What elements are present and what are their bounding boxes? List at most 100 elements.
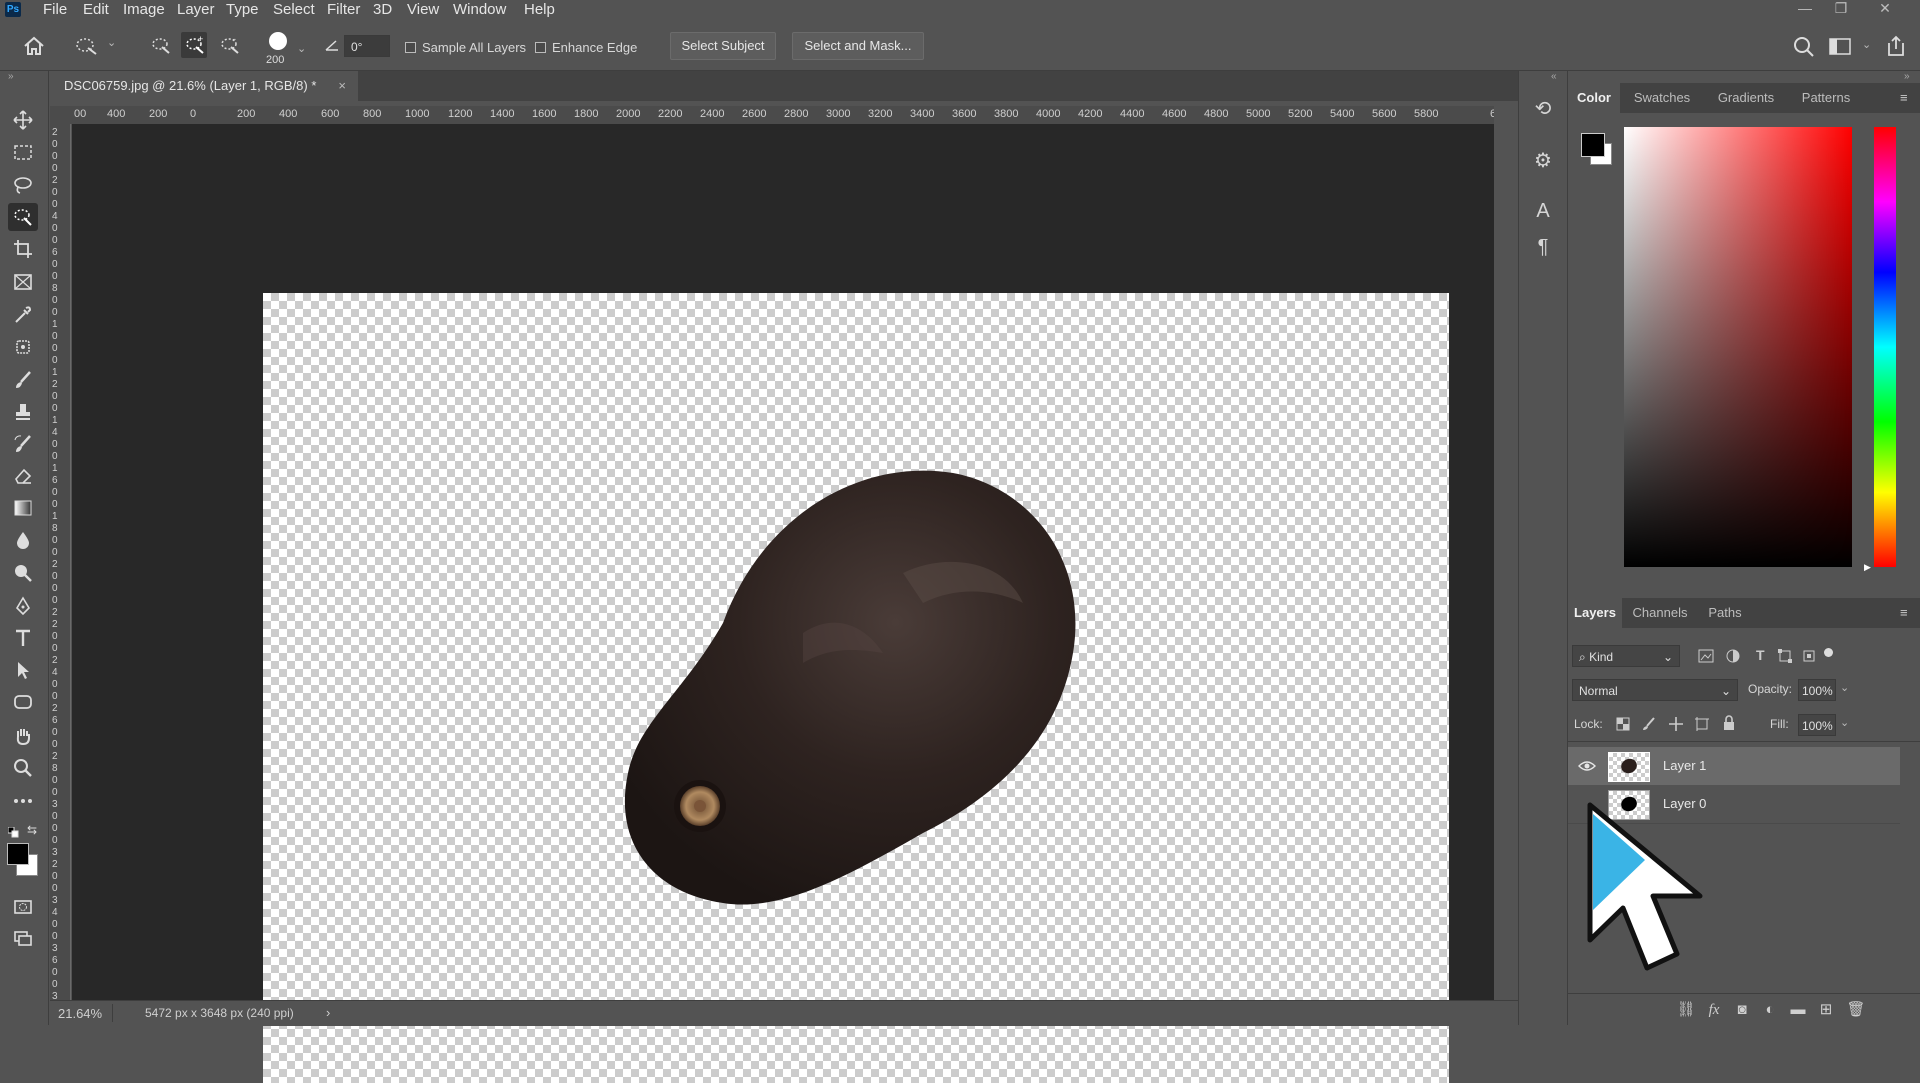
- brush-tool[interactable]: [8, 366, 38, 394]
- horizontal-ruler[interactable]: 00 400 200 0 200 400 600 800 1000 1200 1400 1600 180…: [72, 106, 1494, 125]
- lock-all-icon[interactable]: [1722, 715, 1736, 731]
- tab-swatches[interactable]: Swatches: [1620, 83, 1704, 113]
- filter-shape-icon[interactable]: [1778, 649, 1792, 663]
- menu-select[interactable]: Select: [273, 0, 315, 20]
- type-tool[interactable]: [8, 624, 38, 652]
- swap-colors-icon[interactable]: ⇆: [27, 823, 37, 837]
- select-and-mask-button[interactable]: Select and Mask...: [792, 32, 924, 60]
- tab-gradients[interactable]: Gradients: [1704, 83, 1788, 113]
- dodge-tool[interactable]: [8, 559, 38, 587]
- enhance-edge-checkbox[interactable]: [535, 42, 546, 53]
- brush-size-icon[interactable]: [269, 32, 287, 50]
- lock-position-icon[interactable]: [1668, 716, 1684, 732]
- tab-color[interactable]: Color: [1568, 83, 1620, 113]
- layers-panel-menu-icon[interactable]: ≡: [1900, 605, 1908, 620]
- workspace-dropdown-icon[interactable]: ⌄: [1862, 38, 1871, 51]
- history-brush-tool[interactable]: [8, 430, 38, 458]
- tab-patterns[interactable]: Patterns: [1788, 83, 1864, 113]
- move-tool[interactable]: [8, 106, 38, 134]
- lasso-tool[interactable]: [8, 171, 38, 199]
- adjustment-layer-icon[interactable]: ◐: [1758, 998, 1782, 1022]
- visibility-eye-icon[interactable]: [1578, 760, 1596, 772]
- history-panel-icon[interactable]: ⟲: [1529, 95, 1557, 123]
- dock-collapse-icon[interactable]: »: [1904, 71, 1910, 82]
- add-to-selection-button[interactable]: +: [181, 32, 207, 58]
- add-mask-icon[interactable]: ◙: [1730, 998, 1754, 1022]
- menu-edit[interactable]: Edit: [83, 0, 109, 20]
- menu-image[interactable]: Image: [123, 0, 165, 20]
- crop-tool[interactable]: [8, 235, 38, 263]
- angle-field[interactable]: 0°: [344, 35, 390, 57]
- screen-mode-tool[interactable]: [8, 924, 38, 952]
- tab-layers[interactable]: Layers: [1568, 598, 1622, 628]
- layer-row-layer-1[interactable]: Layer 1: [1568, 747, 1900, 785]
- eyedropper-tool[interactable]: [8, 301, 38, 329]
- hue-slider-handle-icon[interactable]: ▶: [1864, 562, 1871, 573]
- menu-filter[interactable]: Filter: [327, 0, 360, 20]
- zoom-level[interactable]: 21.64%: [58, 1006, 102, 1021]
- clone-stamp-tool[interactable]: [8, 398, 38, 426]
- status-menu-arrow-icon[interactable]: ›: [326, 1005, 330, 1020]
- path-selection-tool[interactable]: [8, 656, 38, 684]
- document-tab[interactable]: DSC06759.jpg @ 21.6% (Layer 1, RGB/8) * …: [50, 71, 358, 101]
- home-icon[interactable]: [23, 36, 45, 56]
- edit-toolbar-tool[interactable]: [8, 787, 38, 815]
- filter-toggle-icon[interactable]: [1824, 648, 1833, 657]
- toolbar-collapse-icon[interactable]: »: [8, 71, 14, 82]
- hue-slider[interactable]: [1874, 127, 1896, 567]
- properties-panel-icon[interactable]: ⚙: [1529, 147, 1557, 175]
- delete-layer-icon[interactable]: 🗑: [1844, 998, 1868, 1022]
- quick-mask-tool[interactable]: [8, 893, 38, 921]
- share-icon[interactable]: [1885, 35, 1907, 57]
- frame-tool[interactable]: [8, 268, 38, 296]
- gradient-tool[interactable]: [8, 494, 38, 522]
- menu-view[interactable]: View: [407, 0, 439, 20]
- menu-file[interactable]: File: [43, 0, 67, 20]
- color-picker-field[interactable]: [1624, 127, 1852, 567]
- new-selection-icon[interactable]: [149, 34, 173, 56]
- strip-collapse-icon[interactable]: «: [1551, 71, 1557, 82]
- brush-dropdown-icon[interactable]: ⌄: [297, 42, 306, 55]
- zoom-tool[interactable]: [8, 754, 38, 782]
- panel-foreground-swatch[interactable]: [1581, 133, 1605, 157]
- canvas-workspace[interactable]: [72, 124, 1494, 1083]
- search-icon[interactable]: [1793, 36, 1815, 58]
- sample-all-layers-checkbox[interactable]: [405, 42, 416, 53]
- layer-style-fx-icon[interactable]: fx: [1702, 998, 1726, 1022]
- opacity-dropdown-icon[interactable]: ⌄: [1840, 681, 1849, 694]
- paragraph-panel-icon[interactable]: ¶: [1529, 233, 1557, 261]
- menu-3d[interactable]: 3D: [373, 0, 392, 20]
- menu-type[interactable]: Type: [226, 0, 259, 20]
- ruler-origin[interactable]: [50, 106, 72, 124]
- lock-transparent-icon[interactable]: [1616, 717, 1630, 731]
- eraser-tool[interactable]: [8, 462, 38, 490]
- vertical-ruler[interactable]: 2000200400600800100012001400160018002000…: [50, 124, 71, 1000]
- lock-artboard-icon[interactable]: [1694, 716, 1710, 732]
- restore-icon[interactable]: ❐: [1826, 0, 1856, 18]
- marquee-tool[interactable]: [8, 139, 38, 167]
- minimize-icon[interactable]: —: [1790, 0, 1820, 18]
- menu-layer[interactable]: Layer: [177, 0, 215, 20]
- character-panel-icon[interactable]: A: [1529, 197, 1557, 225]
- blend-mode-select[interactable]: Normal ⌄: [1572, 679, 1738, 701]
- subtract-from-selection-icon[interactable]: -: [218, 34, 242, 56]
- select-subject-button[interactable]: Select Subject: [670, 32, 776, 60]
- opacity-field[interactable]: 100%: [1798, 679, 1836, 701]
- preset-dropdown-icon[interactable]: ⌄: [107, 36, 116, 49]
- hand-tool[interactable]: [8, 722, 38, 750]
- close-tab-icon[interactable]: ×: [338, 71, 346, 101]
- menu-window[interactable]: Window: [453, 0, 506, 20]
- filter-adjustment-icon[interactable]: [1726, 649, 1740, 663]
- new-layer-icon[interactable]: ⊞: [1814, 998, 1838, 1022]
- color-panel-menu-icon[interactable]: ≡: [1900, 90, 1908, 105]
- shape-tool[interactable]: [8, 688, 38, 716]
- layer-1-thumbnail[interactable]: [1608, 752, 1650, 782]
- link-layers-icon[interactable]: ⛓: [1674, 998, 1698, 1022]
- foreground-color-swatch[interactable]: [7, 843, 29, 865]
- fill-field[interactable]: 100%: [1798, 714, 1836, 736]
- document-canvas[interactable]: [263, 293, 1449, 1083]
- lock-image-brush-icon[interactable]: [1642, 717, 1656, 731]
- layer-1-name[interactable]: Layer 1: [1663, 747, 1706, 785]
- new-group-icon[interactable]: ▬: [1786, 998, 1810, 1022]
- filter-pixel-icon[interactable]: [1698, 649, 1714, 663]
